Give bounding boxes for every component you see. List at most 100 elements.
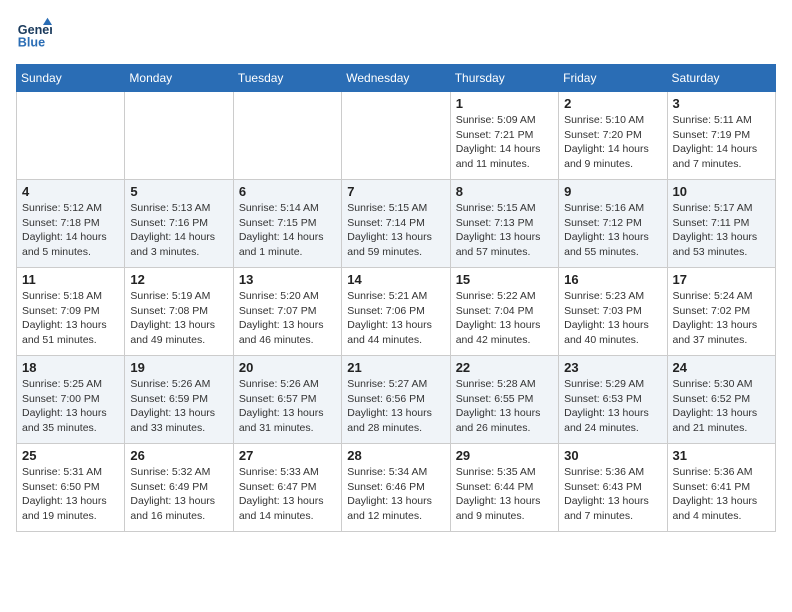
day-number: 22 bbox=[456, 360, 553, 375]
calendar-week-row: 18 Sunrise: 5:25 AM Sunset: 7:00 PM Dayli… bbox=[17, 356, 776, 444]
day-info: Sunrise: 5:14 AM Sunset: 7:15 PM Dayligh… bbox=[239, 201, 336, 260]
svg-text:Blue: Blue bbox=[18, 36, 45, 50]
day-number: 9 bbox=[564, 184, 661, 199]
day-info: Sunrise: 5:09 AM Sunset: 7:21 PM Dayligh… bbox=[456, 113, 553, 172]
day-header-saturday: Saturday bbox=[667, 65, 775, 92]
day-number: 10 bbox=[673, 184, 770, 199]
day-number: 29 bbox=[456, 448, 553, 463]
calendar-cell: 27Sunrise: 5:33 AM Sunset: 6:47 PM Dayli… bbox=[233, 444, 341, 532]
day-number: 31 bbox=[673, 448, 770, 463]
day-number: 11 bbox=[22, 272, 119, 287]
day-info: Sunrise: 5:12 AM Sunset: 7:18 PM Dayligh… bbox=[22, 201, 119, 260]
day-header-wednesday: Wednesday bbox=[342, 65, 450, 92]
day-info: Sunrise: 5:35 AM Sunset: 6:44 PM Dayligh… bbox=[456, 465, 553, 524]
calendar-cell: 2 Sunrise: 5:10 AM Sunset: 7:20 PM Daylig… bbox=[559, 92, 667, 180]
day-number: 14 bbox=[347, 272, 444, 287]
day-info: Sunrise: 5:31 AM Sunset: 6:50 PM Dayligh… bbox=[22, 465, 119, 524]
day-number: 30 bbox=[564, 448, 661, 463]
day-info: Sunrise: 5:27 AM Sunset: 6:56 PM Dayligh… bbox=[347, 377, 444, 436]
day-info: Sunrise: 5:34 AM Sunset: 6:46 PM Dayligh… bbox=[347, 465, 444, 524]
day-number: 13 bbox=[239, 272, 336, 287]
calendar-cell bbox=[233, 92, 341, 180]
day-number: 24 bbox=[673, 360, 770, 375]
day-number: 21 bbox=[347, 360, 444, 375]
calendar-cell: 21 Sunrise: 5:27 AM Sunset: 6:56 PM Dayli… bbox=[342, 356, 450, 444]
calendar-week-row: 25Sunrise: 5:31 AM Sunset: 6:50 PM Dayli… bbox=[17, 444, 776, 532]
day-number: 12 bbox=[130, 272, 227, 287]
calendar-cell bbox=[125, 92, 233, 180]
calendar-cell: 13 Sunrise: 5:20 AM Sunset: 7:07 PM Dayli… bbox=[233, 268, 341, 356]
day-info: Sunrise: 5:32 AM Sunset: 6:49 PM Dayligh… bbox=[130, 465, 227, 524]
day-number: 5 bbox=[130, 184, 227, 199]
calendar-cell: 20 Sunrise: 5:26 AM Sunset: 6:57 PM Dayli… bbox=[233, 356, 341, 444]
day-info: Sunrise: 5:36 AM Sunset: 6:43 PM Dayligh… bbox=[564, 465, 661, 524]
day-info: Sunrise: 5:26 AM Sunset: 6:57 PM Dayligh… bbox=[239, 377, 336, 436]
day-number: 19 bbox=[130, 360, 227, 375]
calendar-cell bbox=[17, 92, 125, 180]
calendar-cell: 28 Sunrise: 5:34 AM Sunset: 6:46 PM Dayli… bbox=[342, 444, 450, 532]
day-number: 17 bbox=[673, 272, 770, 287]
day-info: Sunrise: 5:23 AM Sunset: 7:03 PM Dayligh… bbox=[564, 289, 661, 348]
day-number: 4 bbox=[22, 184, 119, 199]
calendar-header-row: SundayMondayTuesdayWednesdayThursdayFrid… bbox=[17, 65, 776, 92]
day-info: Sunrise: 5:25 AM Sunset: 7:00 PM Dayligh… bbox=[22, 377, 119, 436]
calendar-cell: 19Sunrise: 5:26 AM Sunset: 6:59 PM Dayli… bbox=[125, 356, 233, 444]
day-info: Sunrise: 5:30 AM Sunset: 6:52 PM Dayligh… bbox=[673, 377, 770, 436]
day-info: Sunrise: 5:17 AM Sunset: 7:11 PM Dayligh… bbox=[673, 201, 770, 260]
calendar-cell: 24 Sunrise: 5:30 AM Sunset: 6:52 PM Dayli… bbox=[667, 356, 775, 444]
calendar-cell: 22 Sunrise: 5:28 AM Sunset: 6:55 PM Dayli… bbox=[450, 356, 558, 444]
calendar-cell: 29 Sunrise: 5:35 AM Sunset: 6:44 PM Dayli… bbox=[450, 444, 558, 532]
calendar-cell: 3 Sunrise: 5:11 AM Sunset: 7:19 PM Daylig… bbox=[667, 92, 775, 180]
day-info: Sunrise: 5:28 AM Sunset: 6:55 PM Dayligh… bbox=[456, 377, 553, 436]
day-number: 2 bbox=[564, 96, 661, 111]
calendar-cell: 11Sunrise: 5:18 AM Sunset: 7:09 PM Dayli… bbox=[17, 268, 125, 356]
logo: General Blue bbox=[16, 16, 56, 52]
calendar-cell: 8Sunrise: 5:15 AM Sunset: 7:13 PM Daylig… bbox=[450, 180, 558, 268]
day-number: 1 bbox=[456, 96, 553, 111]
day-info: Sunrise: 5:16 AM Sunset: 7:12 PM Dayligh… bbox=[564, 201, 661, 260]
day-info: Sunrise: 5:11 AM Sunset: 7:19 PM Dayligh… bbox=[673, 113, 770, 172]
day-number: 28 bbox=[347, 448, 444, 463]
calendar-cell: 10 Sunrise: 5:17 AM Sunset: 7:11 PM Dayli… bbox=[667, 180, 775, 268]
calendar-cell: 15Sunrise: 5:22 AM Sunset: 7:04 PM Dayli… bbox=[450, 268, 558, 356]
calendar-week-row: 11Sunrise: 5:18 AM Sunset: 7:09 PM Dayli… bbox=[17, 268, 776, 356]
day-header-friday: Friday bbox=[559, 65, 667, 92]
day-info: Sunrise: 5:15 AM Sunset: 7:14 PM Dayligh… bbox=[347, 201, 444, 260]
day-number: 16 bbox=[564, 272, 661, 287]
day-info: Sunrise: 5:22 AM Sunset: 7:04 PM Dayligh… bbox=[456, 289, 553, 348]
calendar-cell: 30 Sunrise: 5:36 AM Sunset: 6:43 PM Dayli… bbox=[559, 444, 667, 532]
calendar-week-row: 1 Sunrise: 5:09 AM Sunset: 7:21 PM Daylig… bbox=[17, 92, 776, 180]
calendar-cell: 5 Sunrise: 5:13 AM Sunset: 7:16 PM Daylig… bbox=[125, 180, 233, 268]
day-info: Sunrise: 5:10 AM Sunset: 7:20 PM Dayligh… bbox=[564, 113, 661, 172]
day-header-monday: Monday bbox=[125, 65, 233, 92]
calendar-cell: 16 Sunrise: 5:23 AM Sunset: 7:03 PM Dayli… bbox=[559, 268, 667, 356]
day-header-sunday: Sunday bbox=[17, 65, 125, 92]
day-number: 3 bbox=[673, 96, 770, 111]
day-number: 18 bbox=[22, 360, 119, 375]
calendar-cell: 4 Sunrise: 5:12 AM Sunset: 7:18 PM Daylig… bbox=[17, 180, 125, 268]
page-header: General Blue bbox=[16, 16, 776, 52]
day-info: Sunrise: 5:33 AM Sunset: 6:47 PM Dayligh… bbox=[239, 465, 336, 524]
day-number: 8 bbox=[456, 184, 553, 199]
day-info: Sunrise: 5:36 AM Sunset: 6:41 PM Dayligh… bbox=[673, 465, 770, 524]
calendar-cell: 9 Sunrise: 5:16 AM Sunset: 7:12 PM Daylig… bbox=[559, 180, 667, 268]
calendar-cell: 1 Sunrise: 5:09 AM Sunset: 7:21 PM Daylig… bbox=[450, 92, 558, 180]
logo-icon: General Blue bbox=[16, 16, 52, 52]
calendar-cell: 26 Sunrise: 5:32 AM Sunset: 6:49 PM Dayli… bbox=[125, 444, 233, 532]
calendar-cell: 31 Sunrise: 5:36 AM Sunset: 6:41 PM Dayli… bbox=[667, 444, 775, 532]
day-info: Sunrise: 5:29 AM Sunset: 6:53 PM Dayligh… bbox=[564, 377, 661, 436]
day-info: Sunrise: 5:13 AM Sunset: 7:16 PM Dayligh… bbox=[130, 201, 227, 260]
day-info: Sunrise: 5:20 AM Sunset: 7:07 PM Dayligh… bbox=[239, 289, 336, 348]
calendar-cell: 23 Sunrise: 5:29 AM Sunset: 6:53 PM Dayli… bbox=[559, 356, 667, 444]
day-number: 20 bbox=[239, 360, 336, 375]
day-number: 26 bbox=[130, 448, 227, 463]
calendar-cell: 12 Sunrise: 5:19 AM Sunset: 7:08 PM Dayli… bbox=[125, 268, 233, 356]
day-header-tuesday: Tuesday bbox=[233, 65, 341, 92]
day-number: 7 bbox=[347, 184, 444, 199]
day-number: 23 bbox=[564, 360, 661, 375]
day-number: 6 bbox=[239, 184, 336, 199]
day-info: Sunrise: 5:19 AM Sunset: 7:08 PM Dayligh… bbox=[130, 289, 227, 348]
calendar-cell: 25Sunrise: 5:31 AM Sunset: 6:50 PM Dayli… bbox=[17, 444, 125, 532]
calendar-cell bbox=[342, 92, 450, 180]
calendar-cell: 14Sunrise: 5:21 AM Sunset: 7:06 PM Dayli… bbox=[342, 268, 450, 356]
